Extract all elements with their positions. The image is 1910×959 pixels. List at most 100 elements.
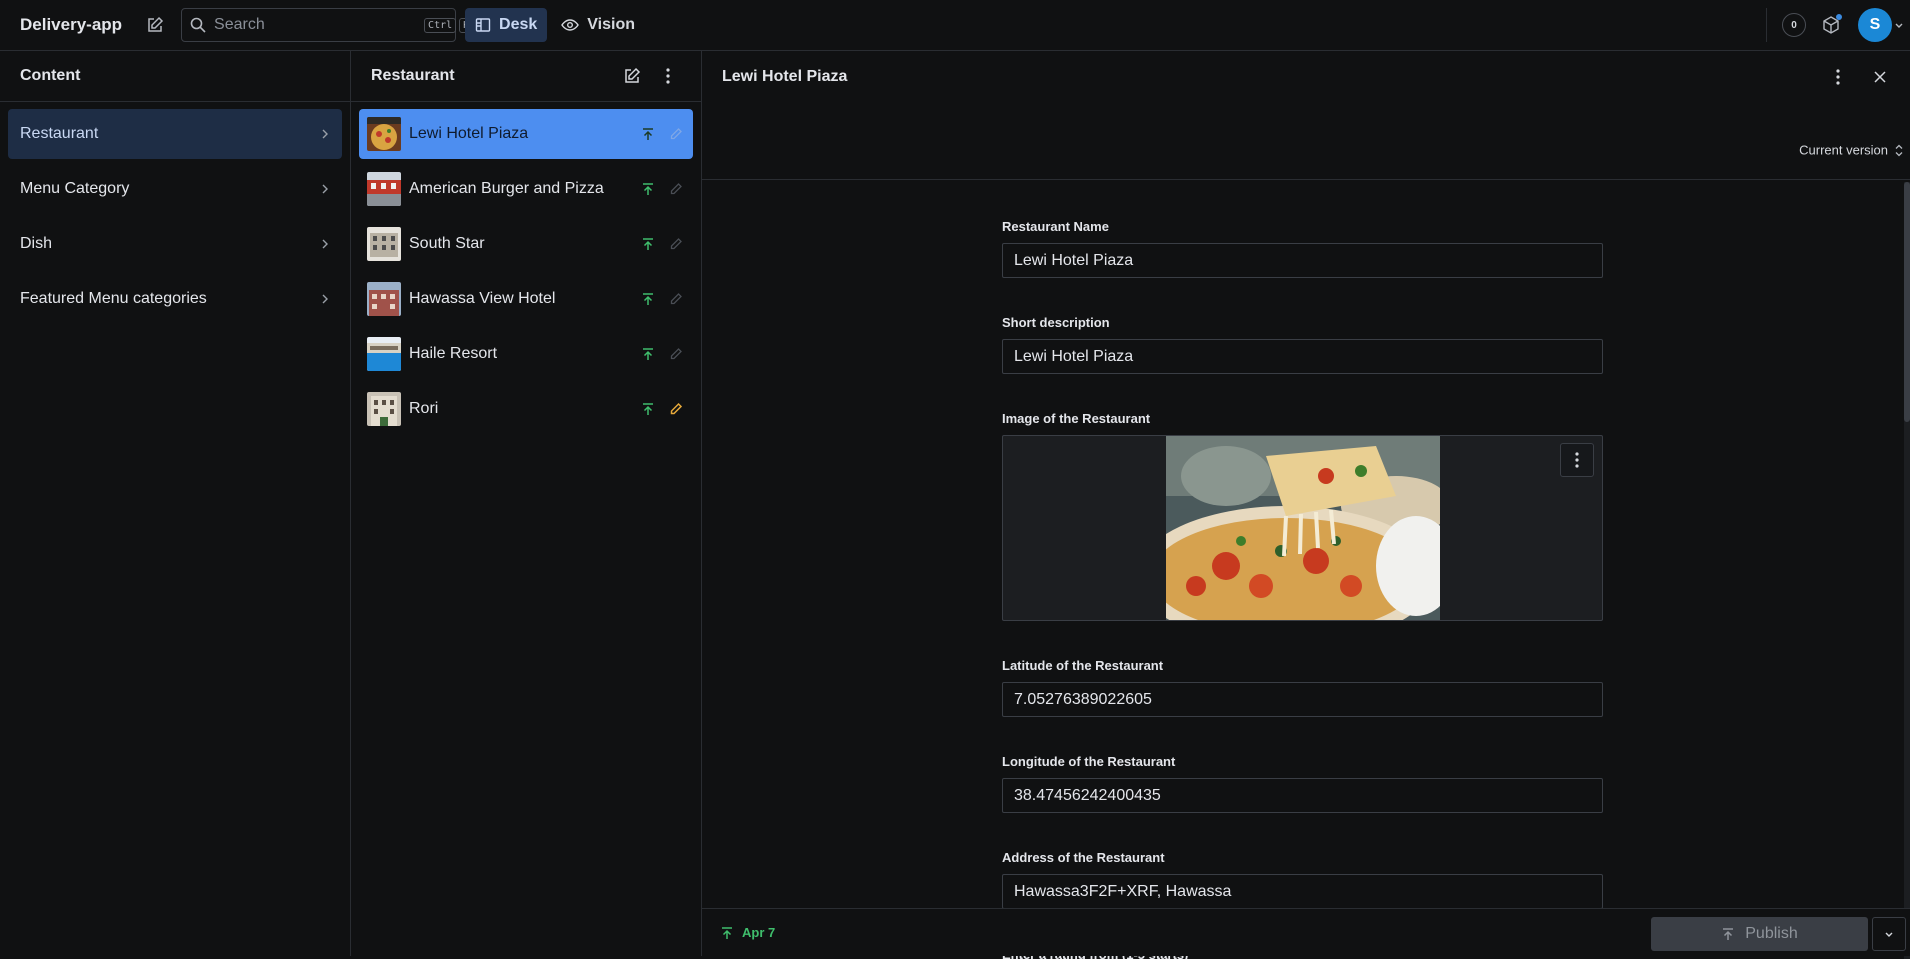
published-date: Apr 7 — [742, 925, 776, 940]
nav-item-menu-category[interactable]: Menu Category — [8, 164, 342, 214]
field-label: Address of the Restaurant — [1002, 850, 1165, 865]
restaurant-thumbnail — [367, 227, 401, 261]
published-icon — [641, 402, 655, 416]
chevron-right-icon — [320, 183, 330, 195]
nav-item-label: Menu Category — [20, 180, 130, 197]
field-label: Latitude of the Restaurant — [1002, 658, 1164, 673]
published-icon — [641, 292, 655, 306]
search-icon — [190, 17, 206, 33]
list-pane-header: Restaurant — [351, 51, 701, 102]
chevron-down-icon[interactable] — [1894, 20, 1904, 30]
field-restaurant-image: Image of the Restaurant — [1002, 411, 1603, 621]
eye-icon — [561, 18, 587, 32]
nav-item-label: Restaurant — [20, 125, 99, 142]
publish-button[interactable]: Publish — [1651, 917, 1868, 951]
list-item-american-burger-and-pizza[interactable]: American Burger and Pizza — [359, 164, 693, 214]
desk-tool-button[interactable]: Desk — [465, 8, 548, 42]
edit-icon — [669, 237, 683, 251]
close-icon[interactable] — [1870, 64, 1890, 90]
notification-count-badge[interactable]: 0 — [1782, 13, 1806, 37]
field-label: Image of the Restaurant — [1002, 411, 1151, 426]
list-item-lewi-hotel-piaza[interactable]: Lewi Hotel Piaza — [359, 109, 693, 159]
latitude-input[interactable] — [1002, 682, 1603, 717]
content-pane-header: Content — [0, 51, 350, 102]
restaurant-thumbnail — [367, 282, 401, 316]
vision-tool-button[interactable]: Vision — [551, 8, 645, 42]
update-dot — [1836, 14, 1842, 20]
desk-tool-label: Desk — [499, 16, 538, 33]
search-input[interactable] — [214, 16, 422, 34]
address-input[interactable] — [1002, 874, 1603, 909]
short-description-input[interactable] — [1002, 339, 1603, 374]
content-pane: Content Restaurant Menu Category Dish Fe… — [0, 51, 351, 956]
document-footer: Apr 7 Publish — [702, 908, 1910, 956]
restaurant-thumbnail — [367, 337, 401, 371]
nav-item-featured-menu-categories[interactable]: Featured Menu categories — [8, 274, 342, 324]
edit-icon — [669, 182, 683, 196]
image-input[interactable] — [1002, 435, 1603, 621]
field-label: Short description — [1002, 315, 1110, 330]
avatar[interactable]: S — [1858, 8, 1892, 42]
document-list-pane: Restaurant Lewi Hotel Piaza American Bur… — [351, 51, 702, 956]
compose-icon[interactable] — [138, 8, 172, 42]
longitude-input[interactable] — [1002, 778, 1603, 813]
more-vertical-icon[interactable] — [655, 63, 681, 89]
field-short-description: Short description — [1002, 315, 1603, 374]
field-restaurant-name: Restaurant Name — [1002, 219, 1603, 278]
published-icon — [720, 926, 734, 940]
publish-icon — [1721, 927, 1735, 941]
chevron-right-icon — [320, 238, 330, 250]
field-address: Address of the Restaurant — [1002, 850, 1603, 909]
published-icon — [641, 347, 655, 361]
desk-icon — [475, 17, 499, 33]
list-item-haile-resort[interactable]: Haile Resort — [359, 329, 693, 379]
document-actions-menu-button[interactable] — [1872, 917, 1906, 951]
content-pane-title: Content — [20, 67, 81, 84]
document-header: Lewi Hotel Piaza — [702, 51, 1910, 102]
restaurant-image-preview — [1166, 436, 1440, 620]
package-icon[interactable] — [1816, 10, 1846, 40]
scrollbar-thumb[interactable] — [1904, 182, 1910, 422]
create-document-icon[interactable] — [619, 63, 645, 89]
nav-item-restaurant[interactable]: Restaurant — [8, 109, 342, 159]
edit-icon — [669, 292, 683, 306]
list-item-south-star[interactable]: South Star — [359, 219, 693, 269]
publish-status[interactable]: Apr 7 — [720, 925, 775, 940]
restaurant-thumbnail — [367, 117, 401, 151]
nav-item-dish[interactable]: Dish — [8, 219, 342, 269]
field-label: Longitude of the Restaurant — [1002, 754, 1176, 769]
topbar-right: 0 S — [1766, 0, 1910, 51]
app-title[interactable]: Delivery-app — [20, 15, 122, 35]
list-item-label: Lewi Hotel Piaza — [409, 125, 529, 142]
document-editor-pane: Lewi Hotel Piaza Current version Restaur… — [702, 51, 1910, 959]
document-form: Restaurant Name Short description Image … — [702, 182, 1904, 959]
list-item-label: Haile Resort — [409, 345, 498, 362]
list-item-label: American Burger and Pizza — [409, 180, 604, 197]
scrollbar[interactable] — [1904, 182, 1910, 959]
restaurant-name-input[interactable] — [1002, 243, 1603, 278]
image-options-button[interactable] — [1560, 443, 1594, 477]
version-select[interactable]: Current version — [1799, 143, 1904, 158]
top-bar: Delivery-app Ctrl K Desk Vision 0 S — [0, 0, 1910, 51]
shortcut-key-ctrl: Ctrl — [424, 17, 457, 33]
list-item-hawassa-view-hotel[interactable]: Hawassa View Hotel — [359, 274, 693, 324]
list-item-label: Rori — [409, 400, 439, 417]
published-icon — [641, 237, 655, 251]
edit-icon — [669, 127, 683, 141]
restaurant-thumbnail — [367, 172, 401, 206]
more-vertical-icon[interactable] — [1828, 64, 1848, 90]
divider — [1766, 8, 1767, 42]
chevron-right-icon — [320, 128, 330, 140]
version-row: Current version — [702, 102, 1910, 180]
list-item-label: Hawassa View Hotel — [409, 290, 556, 307]
search-box[interactable]: Ctrl K — [181, 8, 474, 42]
field-latitude: Latitude of the Restaurant — [1002, 658, 1603, 717]
list-item-rori[interactable]: Rori — [359, 384, 693, 434]
published-icon — [641, 182, 655, 196]
publish-label: Publish — [1745, 925, 1798, 942]
edit-icon — [669, 402, 683, 416]
list-pane-title: Restaurant — [371, 67, 455, 84]
field-label: Restaurant Name — [1002, 219, 1109, 234]
field-longitude: Longitude of the Restaurant — [1002, 754, 1603, 813]
edit-icon — [669, 347, 683, 361]
